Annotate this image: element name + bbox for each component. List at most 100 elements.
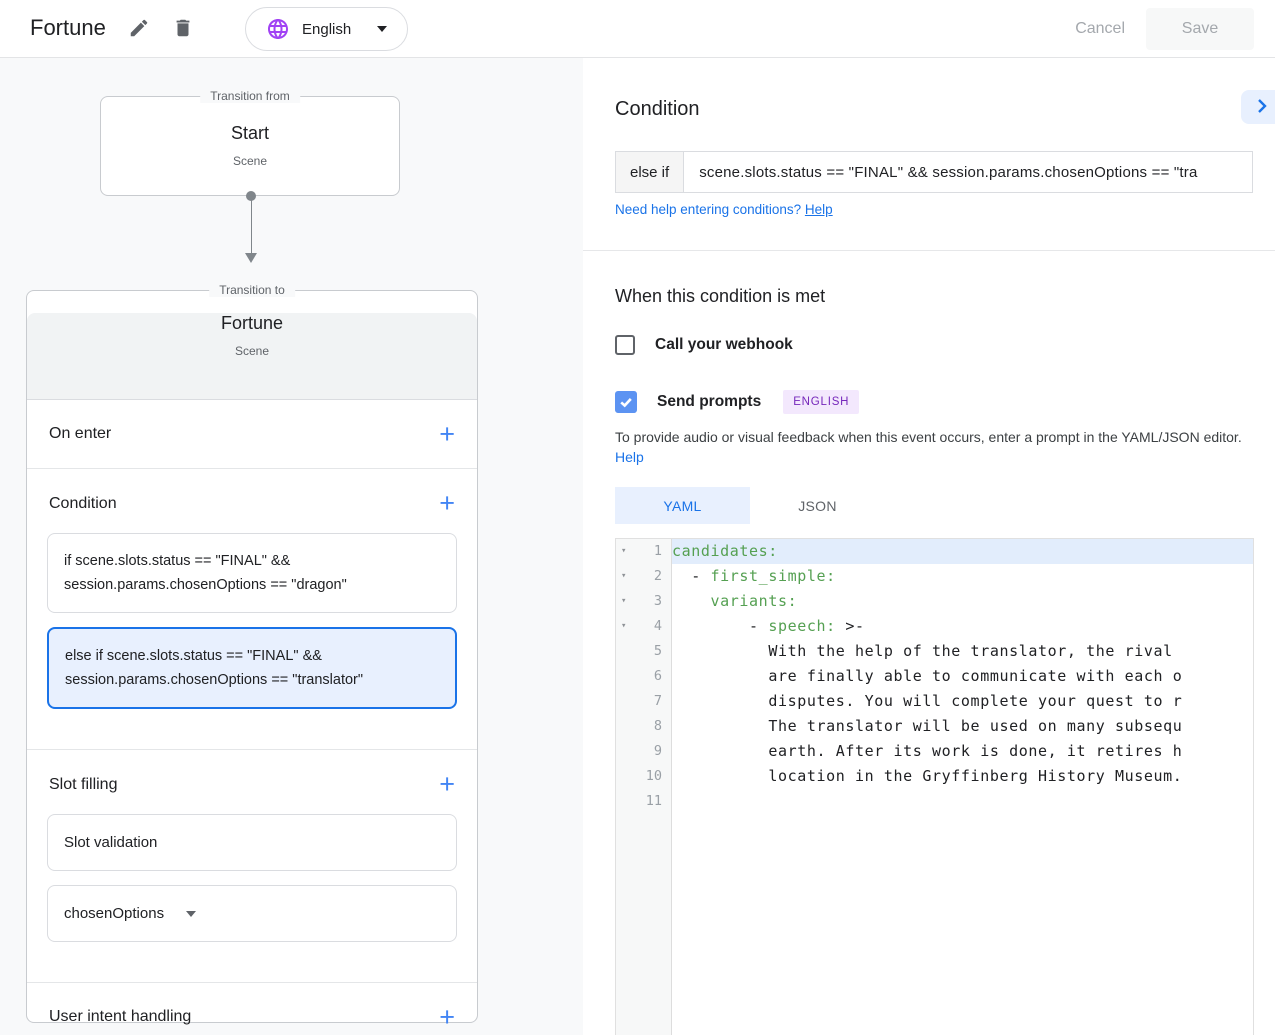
pencil-icon [128, 17, 150, 39]
code-line[interactable]: location in the Gryffinberg History Muse… [672, 764, 1253, 789]
editor-tab-bar: YAML JSON [615, 487, 885, 524]
save-button[interactable]: Save [1146, 8, 1254, 50]
editor-code-area[interactable]: candidates: - first_simple: variants: - … [672, 539, 1253, 1035]
editor-line-number[interactable]: ▾3 [616, 589, 671, 614]
edit-scene-button[interactable] [126, 16, 152, 42]
when-met-title: When this condition is met [615, 286, 825, 307]
code-line[interactable] [672, 789, 1253, 814]
condition-editor-panel: Condition else if scene.slots.status == … [583, 58, 1275, 1035]
to-scene-name: Fortune [27, 313, 477, 334]
condition-item-dragon[interactable]: if scene.slots.status == "FINAL" && sess… [47, 533, 457, 613]
code-line[interactable]: The translator will be used on many subs… [672, 714, 1253, 739]
add-user-intent-button[interactable]: + [439, 1004, 455, 1031]
arrow-head-icon [245, 253, 257, 263]
editor-line-number: 11 [616, 789, 671, 814]
transition-arrow [244, 191, 258, 267]
webhook-checkbox[interactable] [615, 335, 635, 355]
code-line[interactable]: candidates: [672, 539, 1253, 564]
condition-help-link[interactable]: Help [805, 202, 833, 217]
topbar: Fortune English Cancel Save [0, 0, 1275, 58]
code-line[interactable]: variants: [672, 589, 1253, 614]
add-condition-button[interactable]: + [439, 490, 455, 517]
condition-section: Condition + if scene.slots.status == "FI… [27, 469, 477, 750]
editor-line-number: 8 [616, 714, 671, 739]
transition-to-legend: Transition to [209, 283, 295, 297]
check-icon [619, 395, 633, 409]
code-line[interactable]: - speech: >- [672, 614, 1253, 639]
code-line[interactable]: - first_simple: [672, 564, 1253, 589]
slot-filling-label: Slot filling [49, 776, 117, 794]
add-slot-button[interactable]: + [439, 771, 455, 798]
condition-line: session.params.chosenOptions == "dragon" [64, 573, 440, 597]
panel-title: Condition [615, 98, 700, 121]
language-selector[interactable]: English [245, 7, 408, 51]
prompts-description: To provide audio or visual feedback when… [615, 427, 1257, 467]
slot-validation-item[interactable]: Slot validation [47, 814, 457, 871]
scene-card-header[interactable]: Fortune Scene [27, 313, 477, 400]
chevron-down-icon [377, 26, 387, 32]
on-enter-label: On enter [49, 425, 111, 443]
condition-expression-field: else if scene.slots.status == "FINAL" &&… [615, 151, 1253, 193]
code-line[interactable]: With the help of the translator, the riv… [672, 639, 1253, 664]
webhook-label: Call your webhook [655, 336, 793, 354]
condition-prefix: else if [616, 152, 684, 192]
to-scene-type: Scene [27, 344, 477, 358]
slot-dropdown[interactable]: chosenOptions [47, 885, 457, 942]
trash-icon [172, 17, 194, 39]
editor-line-number[interactable]: ▾1 [616, 539, 671, 564]
yaml-editor[interactable]: ▾1▾2▾3▾4567891011 candidates: - first_si… [615, 538, 1254, 1035]
prompts-help-link[interactable]: Help [615, 449, 644, 465]
fold-toggle-icon[interactable]: ▾ [621, 539, 626, 564]
language-value: English [302, 21, 351, 38]
editor-gutter: ▾1▾2▾3▾4567891011 [616, 539, 672, 1035]
add-on-enter-button[interactable]: + [439, 421, 455, 448]
prompts-description-text: To provide audio or visual feedback when… [615, 429, 1242, 445]
code-line[interactable]: earth. After its work is done, it retire… [672, 739, 1253, 764]
editor-line-number: 9 [616, 739, 671, 764]
editor-line-number: 5 [616, 639, 671, 664]
fold-toggle-icon[interactable]: ▾ [621, 564, 626, 589]
condition-section-label: Condition [49, 495, 117, 513]
transition-from-legend: Transition from [200, 89, 300, 103]
code-line[interactable]: disputes. You will complete your quest t… [672, 689, 1253, 714]
collapse-panel-button[interactable] [1241, 90, 1275, 124]
language-badge: ENGLISH [783, 390, 859, 414]
editor-line-number: 6 [616, 664, 671, 689]
send-prompts-label: Send prompts [657, 393, 761, 411]
editor-line-number: 7 [616, 689, 671, 714]
transition-from-card[interactable]: Transition from Start Scene [100, 96, 400, 196]
slot-validation-label: Slot validation [64, 834, 157, 851]
condition-expression-input[interactable]: scene.slots.status == "FINAL" && session… [684, 152, 1252, 192]
editor-line-number[interactable]: ▾2 [616, 564, 671, 589]
scene-flow-panel: Transition from Start Scene Transition t… [0, 58, 583, 1035]
user-intent-label: User intent handling [49, 1008, 191, 1026]
slot-filling-section: Slot filling + Slot validation chosenOpt… [27, 750, 477, 983]
help-prompt-text: Need help entering conditions? [615, 202, 801, 217]
fold-toggle-icon[interactable]: ▾ [621, 589, 626, 614]
globe-icon [266, 17, 290, 41]
on-enter-row[interactable]: On enter + [27, 400, 477, 469]
editor-line-number[interactable]: ▾4 [616, 614, 671, 639]
tab-json[interactable]: JSON [750, 487, 885, 524]
panel-divider [583, 250, 1275, 251]
chevron-right-icon [1254, 98, 1270, 114]
user-intent-row[interactable]: User intent handling + [27, 983, 477, 1035]
condition-line: session.params.chosenOptions == "transla… [65, 668, 439, 692]
from-scene-name: Start [101, 123, 399, 144]
tab-yaml[interactable]: YAML [615, 487, 750, 524]
chevron-down-icon [186, 911, 196, 917]
cancel-button[interactable]: Cancel [1063, 14, 1137, 44]
condition-line: if scene.slots.status == "FINAL" && [64, 549, 440, 573]
prompts-option-row: Send prompts ENGLISH [615, 390, 859, 414]
webhook-option-row: Call your webhook [615, 335, 793, 355]
from-scene-type: Scene [101, 154, 399, 168]
slot-dropdown-value: chosenOptions [64, 905, 164, 922]
condition-item-translator[interactable]: else if scene.slots.status == "FINAL" &&… [47, 627, 457, 709]
code-line[interactable]: are finally able to communicate with eac… [672, 664, 1253, 689]
condition-help-line: Need help entering conditions? Help [615, 202, 833, 217]
transition-to-card: Transition to Fortune Scene On enter + C… [26, 290, 478, 1023]
delete-scene-button[interactable] [170, 16, 196, 42]
editor-line-number: 10 [616, 764, 671, 789]
send-prompts-checkbox[interactable] [615, 391, 637, 413]
fold-toggle-icon[interactable]: ▾ [621, 614, 626, 639]
